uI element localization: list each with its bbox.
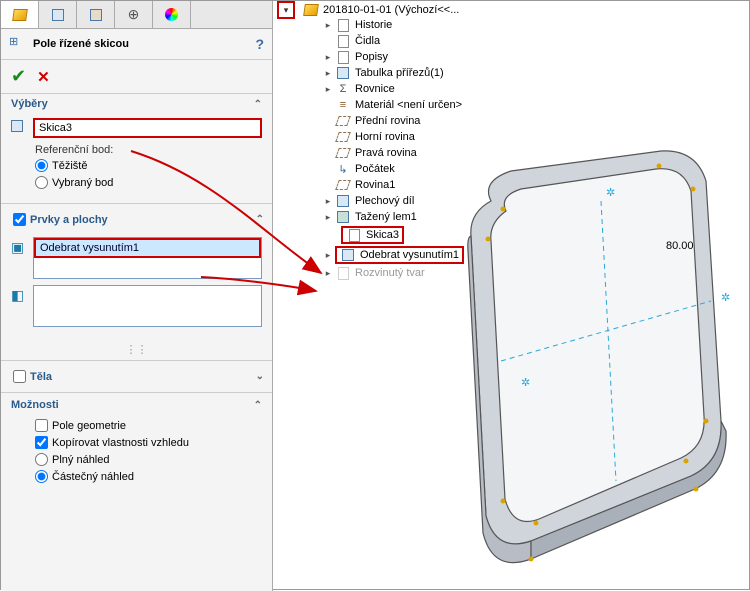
tree-item[interactable]: ▸ΣRovnice [289,81,539,97]
tab-config[interactable] [39,1,77,28]
drag-handle-icon[interactable]: ⋮⋮ [1,341,272,358]
plane-icon [335,130,351,144]
sheetmetal-icon [335,194,351,208]
tree-item[interactable]: ▸Popisy [289,49,539,65]
radio-full-preview[interactable]: Plný náhled [35,453,262,466]
plane-icon [335,146,351,160]
plane-icon [335,178,351,192]
sensors-icon [335,34,351,48]
history-icon [335,18,351,32]
tree-item[interactable]: ≡Materiál <není určen> [289,97,539,113]
feature-title-row: ⊞ Pole řízené skicou ? [1,29,272,60]
sketch-input[interactable]: Skica3 [33,118,262,138]
radio-centroid[interactable]: Těžiště [35,159,262,172]
sketch-select-icon [11,118,33,135]
cancel-button[interactable]: ✕ [37,69,50,86]
check-copy-appearance[interactable]: Kopírovat vlastnosti vzhledu [35,436,262,449]
flatpattern-icon [335,266,351,280]
panel-tabs: ⊕ [1,1,272,29]
confirm-row: ✔ ✕ [1,60,272,94]
svg-text:✲: ✲ [606,187,615,199]
property-panel: ⊕ ⊞ Pole řízené skicou ? ✔ ✕ Výběry⌃ Ski… [1,1,273,591]
check-geometry[interactable]: Pole geometrie [35,419,262,432]
bodies-toggle[interactable] [13,370,26,383]
tree-item[interactable]: ▸Historie [289,17,539,33]
sketch-pattern-icon: ⊞ [9,35,27,53]
tree-root[interactable]: 201810-01-01 (Výchozí<<... [289,3,539,17]
equations-icon: Σ [335,82,351,96]
chevron-up-icon: ⌃ [256,214,264,225]
features-header[interactable]: Prvky a plochy ⌃ [1,206,272,233]
material-icon: ≡ [335,98,351,112]
svg-text:✲: ✲ [721,292,730,304]
svg-text:✲: ✲ [521,377,530,389]
origin-icon: ↳ [335,162,351,176]
faces-listbox[interactable] [33,285,262,327]
help-icon[interactable]: ? [255,36,264,52]
ref-point-label: Referenční bod: [35,144,262,156]
chevron-up-icon: ⌃ [254,99,262,110]
tab-display[interactable] [77,1,115,28]
selections-header[interactable]: Výběry⌃ [1,94,272,114]
dimension-label[interactable]: 80.00 [666,240,694,252]
plane-icon [335,114,351,128]
face-select-icon: ◧ [11,285,33,304]
tab-target[interactable]: ⊕ [115,1,153,28]
feature-title: Pole řízené skicou [33,38,255,50]
tree-item[interactable]: Přední rovina [289,113,539,129]
cut-extrude-icon [340,248,356,262]
features-listbox[interactable]: Odebrat vysunutím1 [33,237,262,279]
tree-item[interactable]: ▸Tabulka přířezů(1) [289,65,539,81]
sweptflange-icon [335,210,351,224]
options-header[interactable]: Možnosti⌃ [1,395,272,415]
tab-feature[interactable] [1,1,39,28]
chevron-down-icon: ⌄ [256,371,264,382]
feature-item-selected[interactable]: Odebrat vysunutím1 [34,238,261,258]
ok-button[interactable]: ✔ [11,66,26,86]
cutlist-icon [335,66,351,80]
bodies-header[interactable]: Těla ⌄ [1,363,272,390]
radio-partial-preview[interactable]: Částečný náhled [35,470,262,483]
tab-appearance[interactable] [153,1,191,28]
sketch-icon [346,228,362,242]
chevron-up-icon: ⌃ [254,400,262,411]
graphics-viewport[interactable]: ✲ ✲ ✲ 80.00 [431,141,741,581]
feature-select-icon: ▣ [11,237,33,256]
features-toggle[interactable] [13,213,26,226]
tree-item[interactable]: Čidla [289,33,539,49]
annotations-icon [335,50,351,64]
radio-selected-point[interactable]: Vybraný bod [35,176,262,189]
part-icon [303,3,319,17]
